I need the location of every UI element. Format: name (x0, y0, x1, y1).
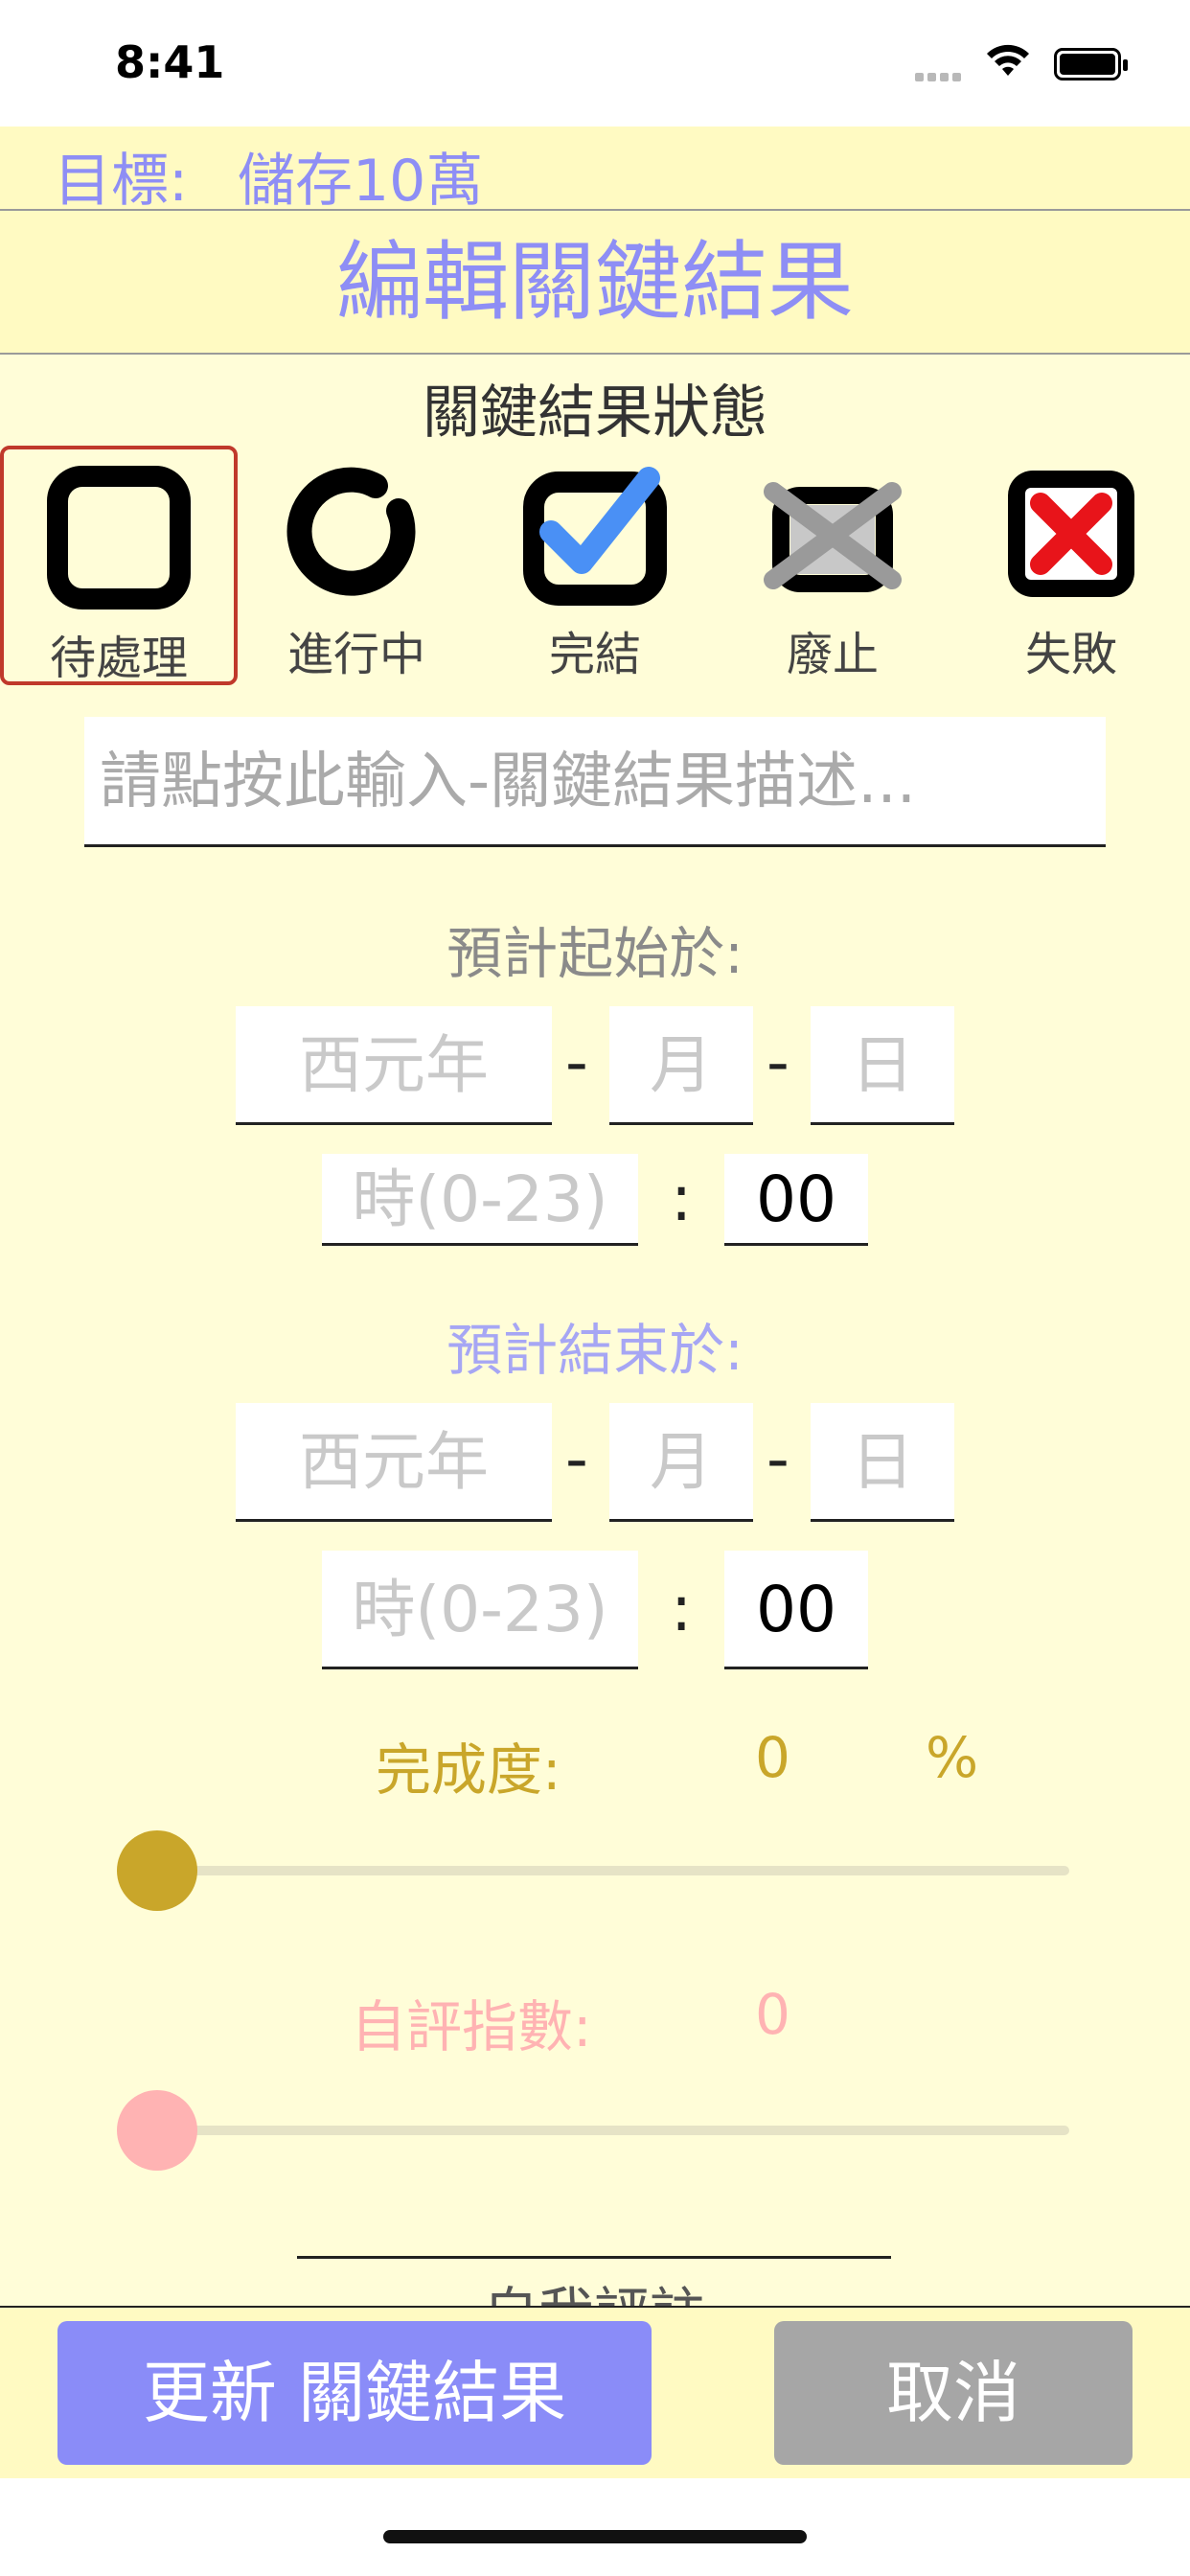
self-evaluation-field[interactable]: 自我評註 (297, 2256, 891, 2306)
status-label-in-progress: 進行中 (286, 628, 425, 681)
in-progress-circle-icon (286, 467, 416, 596)
progress-unit: % (926, 1725, 979, 1790)
end-date-separator: - (565, 1422, 588, 1496)
start-day-input[interactable]: 日 (811, 1006, 954, 1125)
start-year-input[interactable]: 西元年 (236, 1006, 552, 1125)
end-date-separator: - (767, 1422, 790, 1496)
self-score-label: 自評指數: (351, 1994, 592, 2059)
goal-bar: 目標: 儲存10萬 (0, 126, 1190, 215)
update-key-result-button[interactable]: 更新 關鍵結果 (57, 2321, 652, 2465)
end-year-input[interactable]: 西元年 (236, 1403, 552, 1522)
status-option-in-progress[interactable]: 進行中 (238, 446, 475, 685)
progress-slider-knob[interactable] (117, 1830, 197, 1911)
progress-value: 0 (755, 1725, 790, 1790)
end-date-label: 預計結束於: (446, 1318, 744, 1383)
status-option-abolished[interactable]: 廢止 (714, 446, 951, 685)
start-date-separator: - (767, 1025, 790, 1099)
progress-label: 完成度: (376, 1737, 561, 1803)
status-option-done[interactable]: 完結 (476, 446, 714, 685)
end-day-input[interactable]: 日 (811, 1403, 954, 1522)
status-label-abolished: 廢止 (786, 628, 879, 681)
home-indicator[interactable] (383, 2530, 807, 2543)
status-label-pending: 待處理 (49, 632, 188, 685)
goal-label: 目標: (54, 148, 189, 215)
content-area[interactable]: 關鍵結果狀態 待處理 進行中 完結 廢止 失敗 請點按此輸入-關鍵結果描述...… (0, 355, 1190, 2306)
title-bar: 編輯關鍵結果 (0, 211, 1190, 355)
red-x-checkbox-icon (1008, 471, 1134, 597)
status-bar: 8:41 (0, 0, 1190, 126)
crossed-out-checkbox-icon (764, 482, 902, 592)
start-hour-input[interactable]: 時(0-23) (322, 1154, 638, 1246)
start-time-separator: : (671, 1162, 693, 1235)
description-input[interactable]: 請點按此輸入-關鍵結果描述... (84, 717, 1106, 847)
signal-icon (915, 67, 965, 85)
progress-slider-track[interactable] (153, 1866, 1069, 1875)
status-label-failed: 失敗 (1024, 628, 1117, 681)
start-date-separator: - (565, 1025, 588, 1099)
end-month-input[interactable]: 月 (609, 1403, 753, 1522)
wifi-icon (985, 43, 1031, 83)
battery-icon (1054, 48, 1128, 80)
checked-checkbox-icon (523, 467, 667, 606)
clock: 8:41 (115, 36, 225, 88)
status-section-title: 關鍵結果狀態 (423, 380, 767, 447)
start-minute-input[interactable]: 00 (724, 1154, 868, 1246)
self-score-slider-track[interactable] (153, 2126, 1069, 2135)
start-month-input[interactable]: 月 (609, 1006, 753, 1125)
start-date-label: 預計起始於: (446, 921, 744, 986)
end-time-separator: : (671, 1572, 693, 1645)
end-hour-input[interactable]: 時(0-23) (322, 1551, 638, 1669)
cancel-button[interactable]: 取消 (774, 2321, 1133, 2465)
status-option-pending[interactable]: 待處理 (0, 446, 238, 685)
footer-bar: 更新 關鍵結果 取消 (0, 2306, 1190, 2478)
goal-value: 儲存10萬 (238, 148, 484, 215)
status-label-done: 完結 (548, 628, 641, 681)
status-option-failed[interactable]: 失敗 (952, 446, 1190, 685)
self-score-slider-knob[interactable] (117, 2090, 197, 2171)
self-score-value: 0 (755, 1982, 790, 2047)
page-title: 編輯關鍵結果 (336, 232, 854, 333)
empty-checkbox-icon (47, 466, 191, 610)
home-bar (0, 2478, 1190, 2576)
end-minute-input[interactable]: 00 (724, 1551, 868, 1669)
status-selector: 待處理 進行中 完結 廢止 失敗 (0, 446, 1190, 685)
